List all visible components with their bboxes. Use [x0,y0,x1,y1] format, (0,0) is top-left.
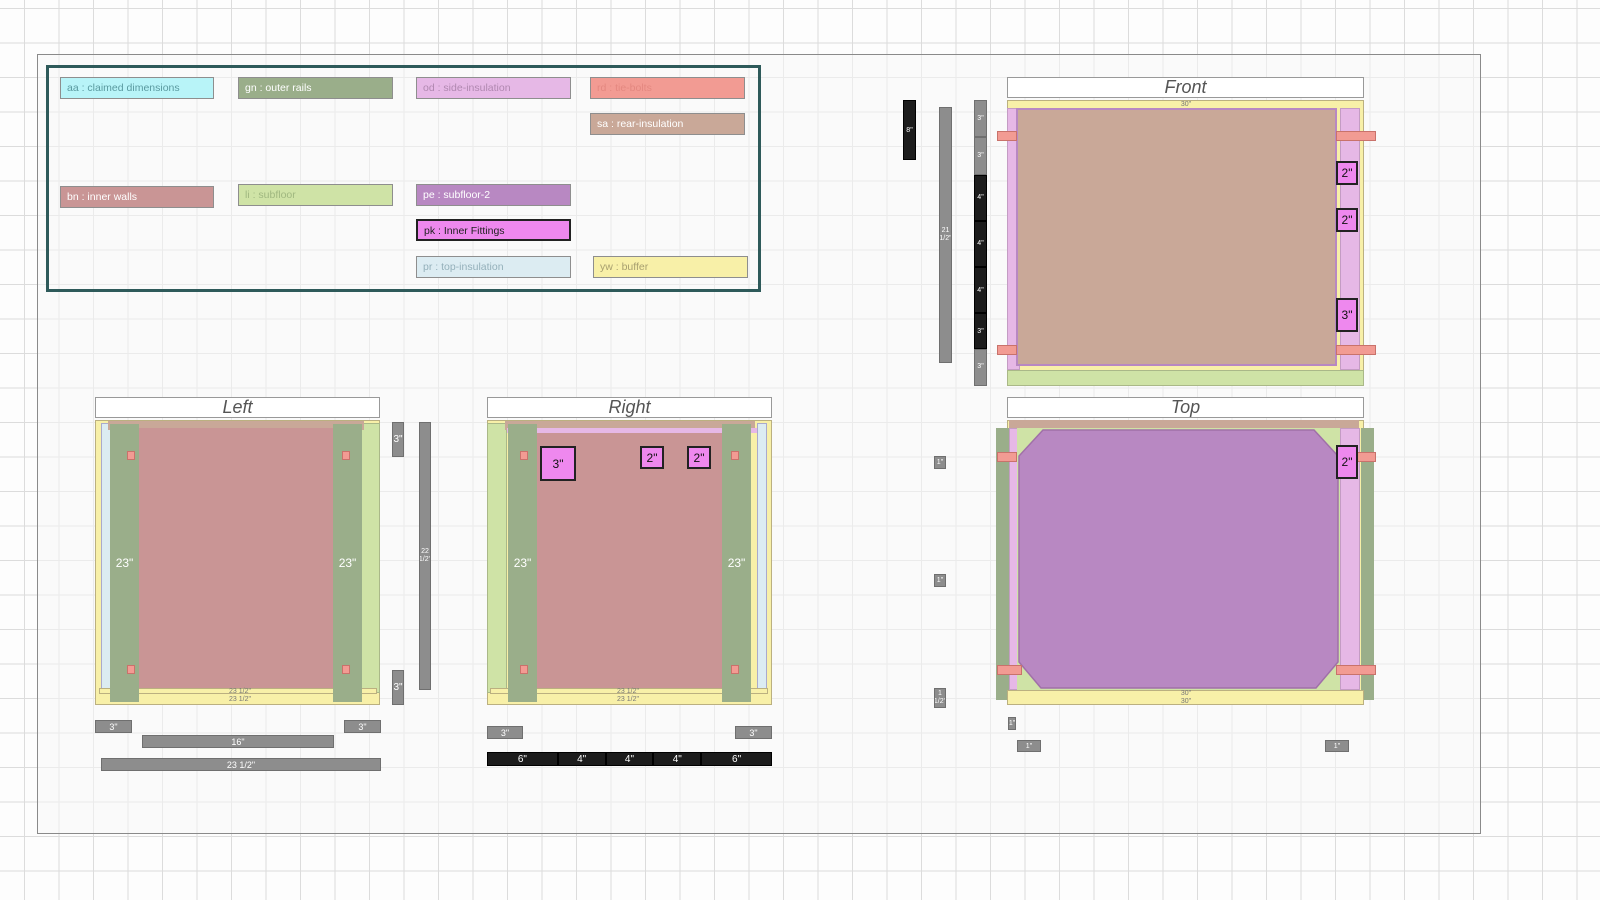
legend-item-od: od : side-insulation [416,77,571,99]
legend-item-li: li : subfloor [238,184,393,206]
front-view-tie-bolt [1336,345,1376,355]
dim-3in: 3" [344,720,381,733]
legend-item-aa: aa : claimed dimensions [60,77,214,99]
legend-item-pk: pk : Inner Fittings [416,219,571,241]
top-view-outer-rail-right [1361,428,1374,700]
right-view-tie-bolt [520,665,528,674]
legend-item-pe: pe : subfloor-2 [416,184,571,206]
legend-item-bn: bn : inner walls [60,186,214,208]
legend-item-rd: rd : tie-bolts [590,77,745,99]
left-view-tie-bolt [127,451,135,460]
ruler-seg: 4" [557,752,606,766]
ruler-seg: 4" [974,174,987,221]
ruler-seg: 3" [974,100,987,138]
front-view-fitting-3in: 3" [1336,298,1358,332]
right-view-tie-bolt [731,451,739,460]
dim-3in: 3" [392,422,404,457]
front-view-tie-bolt [997,345,1017,355]
legend-item-sa: sa : rear-insulation [590,113,745,135]
legend-item-gn: gn : outer rails [238,77,393,99]
left-view-outer-rail-left: 23" [110,424,139,702]
top-view-subfloor-2 [1018,429,1339,689]
top-view-outer-rail-left [996,428,1009,700]
dim-1-5in: 1 1/2" [934,688,946,708]
ruler-seg: 4" [653,752,702,766]
dim-1in: 1" [1017,740,1041,752]
dim-1in: 1" [1325,740,1349,752]
view-title-top: Top [1007,397,1364,418]
dim-3in: 3" [95,720,132,733]
right-view-side-insulation [507,428,757,433]
view-title-front: Front [1007,77,1364,98]
right-view-fitting-2in: 2" [640,446,664,469]
right-view-label-23-5b: 23 1/2" [617,696,639,703]
right-view-tie-bolt [520,451,528,460]
left-view-label-23-5: 23 1/2" [229,688,251,695]
dim-3in: 3" [392,670,404,705]
dim-1in: 1" [934,574,946,587]
front-view-fitting-2in: 2" [1336,161,1358,185]
right-view-outer-rail-left: 23" [508,424,537,702]
right-view-outer-rail-right: 23" [722,424,751,702]
front-view-fitting-2in: 2" [1336,208,1358,232]
right-view-subfloor [487,423,507,693]
dim-21-5in: 21 1/2" [939,107,952,363]
view-title-right: Right [487,397,772,418]
front-view-rear-insulation [1016,108,1337,366]
view-title-left: Left [95,397,380,418]
ruler-seg: 6" [487,752,558,766]
right-view-tie-bolt [731,665,739,674]
ruler-seg: 3" [974,348,987,386]
top-view-tie-bolt [1336,665,1376,675]
right-view-fitting-2in: 2" [687,446,711,469]
front-view-tie-bolt [1336,131,1376,141]
dim-23-5in: 23 1/2" [101,758,381,771]
dim-22-5in: 22 1/2" [419,422,431,690]
top-view-rear-insulation [1009,420,1359,428]
right-view-bottom-ruler: 6" 4" 4" 4" 6" [487,752,772,766]
top-view-tie-bolt [997,665,1022,675]
ruler-seg: 4" [974,267,987,314]
top-view-tie-bolt [997,452,1017,462]
left-view-tie-bolt [342,665,350,674]
front-view-vertical-ruler: 3" 3" 4" 4" 4" 3" 3" [974,100,987,386]
dim-3in: 3" [735,726,772,739]
dim-1in: 1" [934,456,946,469]
right-view-top-insulation [757,423,767,693]
front-view-tie-bolt [997,131,1017,141]
left-view-inner-walls [130,428,340,690]
left-view-tie-bolt [342,451,350,460]
left-view-label-23-5b: 23 1/2" [229,696,251,703]
top-view-label-30b: 30" [1180,698,1192,705]
left-view-tie-bolt [127,665,135,674]
dim-16in: 16" [142,735,334,748]
legend-item-yw: yw : buffer [593,256,748,278]
dim-3in: 3" [487,726,523,739]
dim-8in: 8" [903,100,916,160]
right-view-label-23-5: 23 1/2" [617,688,639,695]
right-view-fitting-3in: 3" [540,446,576,481]
legend-item-pr: pr : top-insulation [416,256,571,278]
front-view-subfloor [1007,370,1364,386]
ruler-seg: 3" [974,313,987,349]
ruler-seg: 4" [974,220,987,268]
ruler-seg: 6" [701,752,772,766]
top-view-fitting-2in: 2" [1336,445,1358,479]
ruler-seg: 3" [974,137,987,175]
left-view-outer-rail-right: 23" [333,424,362,702]
ruler-seg: 4" [605,752,654,766]
dim-1in: 1" [1008,717,1016,730]
top-view-label-30: 30" [1180,690,1192,697]
